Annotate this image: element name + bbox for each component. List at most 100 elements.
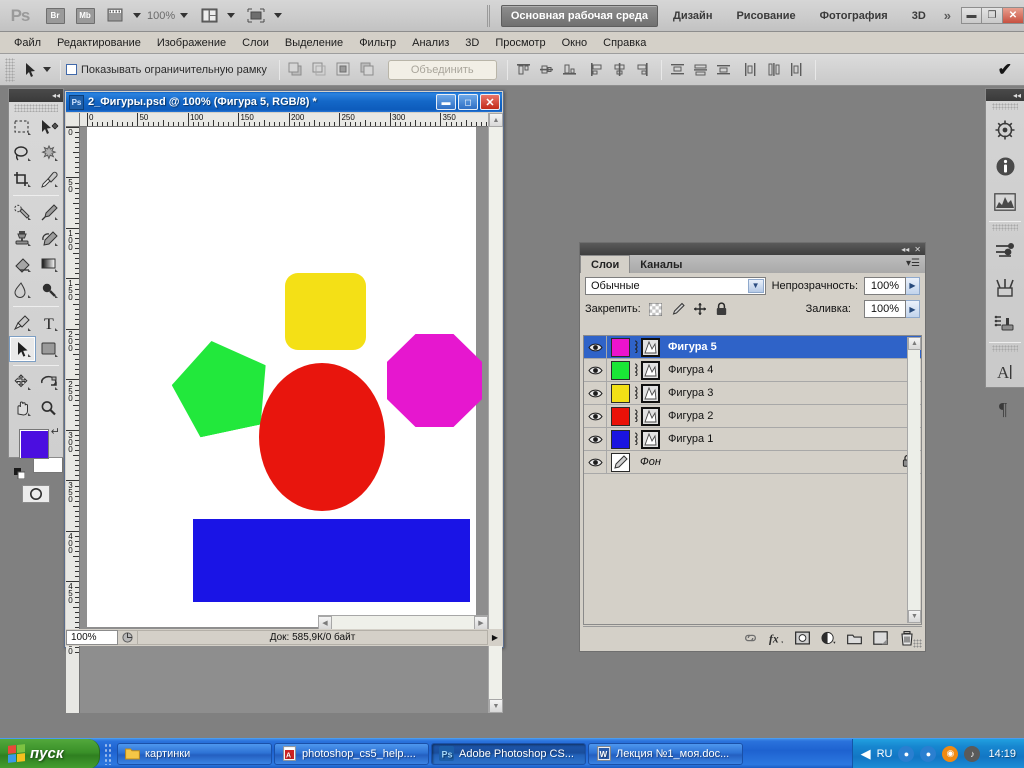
align-right-edges-icon[interactable]: [634, 61, 651, 78]
app-minimize-button[interactable]: ▬: [961, 7, 982, 24]
crop-tool[interactable]: [9, 166, 36, 192]
workspace-design[interactable]: Дизайн: [664, 6, 721, 26]
ruler-corner[interactable]: [66, 113, 80, 127]
right-dock-gripper-2[interactable]: [992, 224, 1018, 231]
align-top-edges-icon[interactable]: [515, 61, 532, 78]
layer-visibility-eye-icon[interactable]: [584, 336, 607, 358]
merge-button[interactable]: Объединить: [387, 59, 497, 80]
delete-layer-icon[interactable]: [899, 630, 914, 646]
layer-thumbnail[interactable]: [611, 337, 630, 357]
workspace-painting[interactable]: Рисование: [727, 6, 804, 26]
send-backward-icon[interactable]: [335, 61, 352, 78]
layer-mask-link-icon[interactable]: [630, 408, 640, 424]
menu-analysis[interactable]: Анализ: [404, 34, 457, 52]
history-brush-tool[interactable]: [36, 225, 63, 251]
align-horizontal-centers-icon[interactable]: [611, 61, 628, 78]
toolbox-gripper[interactable]: [14, 104, 58, 112]
menu-image[interactable]: Изображение: [149, 34, 234, 52]
adjustments-icon[interactable]: [986, 233, 1024, 269]
taskbar-task-button[interactable]: Aphotoshop_cs5_help....: [274, 742, 429, 765]
fill-control[interactable]: 100% ▶: [864, 300, 920, 318]
layer-list-scrollbar[interactable]: ▲ ▼: [907, 337, 921, 623]
screen-mode-icon[interactable]: [243, 5, 269, 27]
layer-row[interactable]: Фигура 2: [584, 405, 921, 428]
layer-row[interactable]: Фигура 4: [584, 359, 921, 382]
swap-colors-icon[interactable]: ↵: [51, 425, 60, 438]
opacity-slider-arrow-icon[interactable]: ▶: [906, 276, 920, 295]
blend-mode-chevron-down-icon[interactable]: ▼: [747, 278, 764, 293]
commit-checkmark-icon[interactable]: ✔: [998, 60, 1012, 80]
document-title-bar[interactable]: Ps 2_Фигуры.psd @ 100% (Фигура 5, RGB/8)…: [66, 92, 502, 112]
workspace-3d[interactable]: 3D: [903, 6, 935, 26]
taskbar-gripper[interactable]: [104, 742, 113, 765]
panel-resize-grip[interactable]: [913, 639, 922, 648]
clone-source-icon[interactable]: [986, 305, 1024, 341]
rectangle-shape-tool[interactable]: [36, 336, 63, 362]
hand-tool[interactable]: [9, 395, 36, 421]
workspace-essentials[interactable]: Основная рабочая среда: [500, 4, 659, 27]
align-bottom-edges-icon[interactable]: [561, 61, 578, 78]
workspace-photography[interactable]: Фотография: [811, 6, 897, 26]
pen-tool[interactable]: [9, 310, 36, 336]
right-dock-collapse-bar[interactable]: ◂◂: [986, 89, 1024, 101]
lock-all-icon[interactable]: [715, 302, 729, 316]
character-icon[interactable]: A: [986, 354, 1024, 390]
right-dock-gripper-3[interactable]: [992, 345, 1018, 352]
layer-row[interactable]: Фон: [584, 451, 921, 474]
new-adjustment-layer-icon[interactable]: [821, 631, 836, 646]
layer-row[interactable]: Фигура 1: [584, 428, 921, 451]
checkbox-box[interactable]: [66, 64, 77, 75]
menu-select[interactable]: Выделение: [277, 34, 351, 52]
taskbar-clock[interactable]: 14:19: [988, 748, 1016, 760]
vector-mask-thumbnail[interactable]: [641, 337, 660, 357]
view-extras-chevron-down-icon[interactable]: [133, 13, 141, 18]
quick-mask-icon[interactable]: [22, 485, 50, 503]
foreground-color-swatch[interactable]: [19, 429, 49, 459]
add-layer-mask-icon[interactable]: [795, 631, 810, 646]
menu-3d[interactable]: 3D: [457, 34, 487, 52]
quick-selection-tool[interactable]: [36, 140, 63, 166]
default-colors-icon[interactable]: [14, 468, 26, 480]
menu-filter[interactable]: Фильтр: [351, 34, 404, 52]
distribute-top-edges-icon[interactable]: [669, 61, 686, 78]
opacity-control[interactable]: 100% ▶: [864, 276, 920, 295]
app-close-button[interactable]: ✕: [1003, 7, 1024, 24]
layer-thumbnail[interactable]: [611, 429, 630, 449]
brush-tool[interactable]: [36, 199, 63, 225]
layer-list[interactable]: Фигура 5 Фигура 4 Фигура 3 Фигура 2 Фигура 1…: [583, 335, 922, 625]
rounded-rectangle-yellow[interactable]: [285, 273, 366, 350]
blend-mode-select[interactable]: Обычные ▼: [585, 276, 766, 295]
color-wheel-icon[interactable]: [986, 112, 1024, 148]
layer-mask-link-icon[interactable]: [630, 385, 640, 401]
fill-value[interactable]: 100%: [864, 300, 906, 318]
tab-channels[interactable]: Каналы: [630, 256, 692, 273]
tab-layers[interactable]: Слои: [580, 255, 631, 273]
toolbox-collapse-bar[interactable]: ◂◂: [9, 89, 63, 102]
distribute-left-edges-icon[interactable]: [742, 61, 759, 78]
scroll-down-button[interactable]: ▼: [489, 699, 503, 713]
layer-visibility-eye-icon[interactable]: [584, 451, 607, 473]
zoom-chevron-down-icon[interactable]: [180, 13, 189, 18]
layer-scroll-down-button[interactable]: ▼: [908, 610, 921, 623]
zoom-tool[interactable]: [36, 395, 63, 421]
document-horizontal-scrollbar[interactable]: ◀ ▶: [318, 615, 488, 630]
status-zoom-field[interactable]: 100%: [66, 630, 118, 645]
layer-visibility-eye-icon[interactable]: [584, 428, 607, 450]
layer-mask-link-icon[interactable]: [630, 362, 640, 378]
bring-to-front-icon[interactable]: [287, 61, 304, 78]
distribute-bottom-edges-icon[interactable]: [715, 61, 732, 78]
distribute-vertical-centers-icon[interactable]: [692, 61, 709, 78]
layer-mask-link-icon[interactable]: [630, 339, 640, 355]
bridge-icon[interactable]: Br: [42, 5, 68, 27]
menu-layers[interactable]: Слои: [234, 34, 277, 52]
document-maximize-button[interactable]: ◻: [458, 94, 478, 110]
clone-stamp-tool[interactable]: [9, 225, 36, 251]
status-menu-arrow-icon[interactable]: ▶: [488, 633, 502, 642]
current-tool-preset[interactable]: [18, 61, 55, 79]
close-panel-icon[interactable]: ✕: [914, 245, 921, 254]
blur-tool[interactable]: [9, 277, 36, 303]
taskbar-task-button[interactable]: картинки: [117, 742, 272, 765]
mini-bridge-icon[interactable]: Mb: [72, 5, 98, 27]
network-icon[interactable]: ●: [898, 745, 915, 762]
taskbar-task-button[interactable]: Ps Adobe Photoshop CS...: [431, 742, 586, 765]
